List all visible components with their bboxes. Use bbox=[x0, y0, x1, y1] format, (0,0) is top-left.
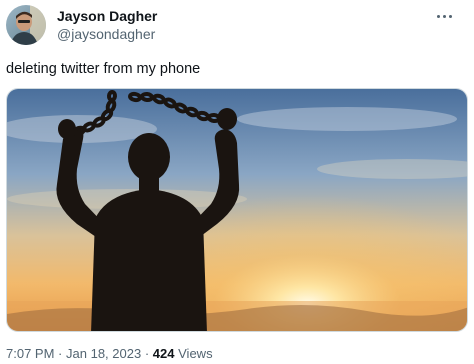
user-handle[interactable]: @jaysondagher bbox=[57, 26, 157, 43]
meta-separator: · bbox=[144, 346, 150, 361]
views-count: 424 bbox=[152, 346, 175, 361]
more-horizontal-icon[interactable] bbox=[424, 6, 464, 26]
meta-separator: · bbox=[58, 346, 63, 361]
tweet-time[interactable]: 7:07 PM bbox=[6, 346, 54, 361]
avatar[interactable] bbox=[6, 5, 46, 45]
display-name[interactable]: Jayson Dagher bbox=[57, 8, 157, 25]
author-info: Jayson Dagher @jaysondagher bbox=[57, 8, 157, 43]
views-label: Views bbox=[178, 346, 213, 361]
tweet-image[interactable] bbox=[6, 88, 468, 332]
tweet: Jayson Dagher @jaysondagher deleting twi… bbox=[0, 0, 474, 364]
tweet-date[interactable]: Jan 18, 2023 bbox=[66, 346, 141, 361]
tweet-text: deleting twitter from my phone bbox=[6, 61, 201, 77]
tweet-meta: 7:07 PM · Jan 18, 2023 · 424 Views bbox=[6, 346, 213, 362]
